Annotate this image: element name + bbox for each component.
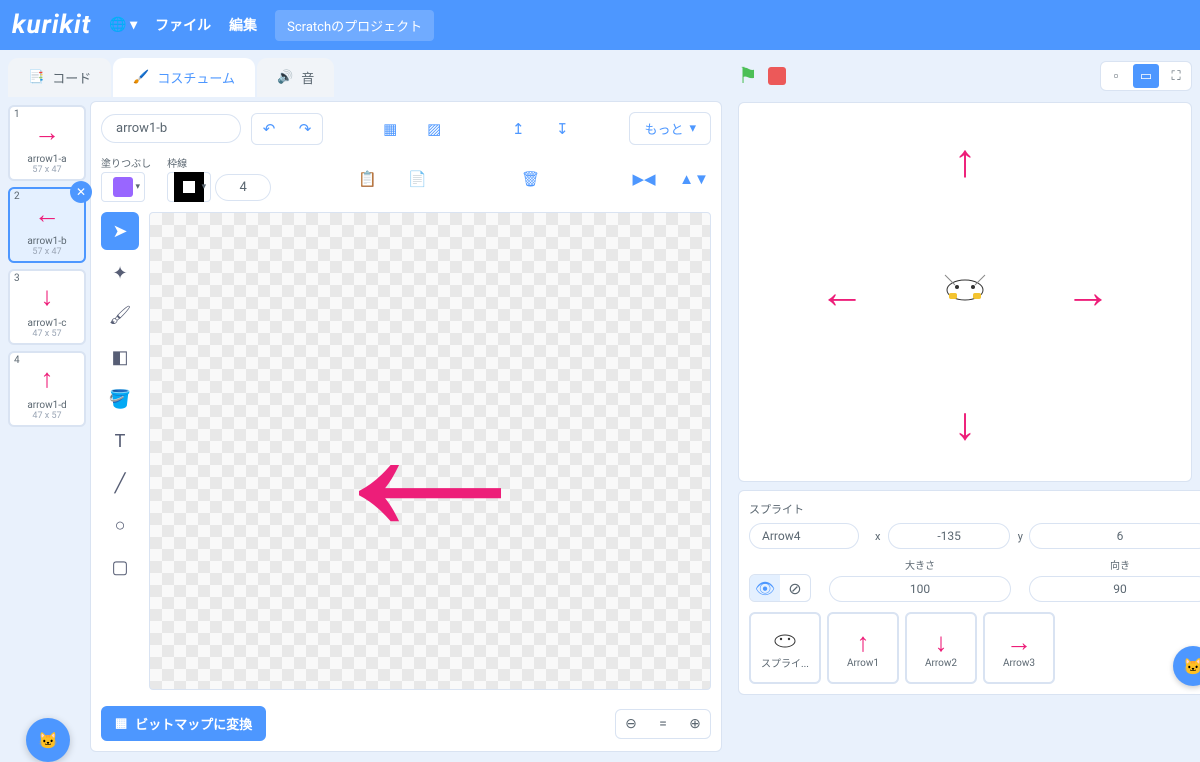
- tab-code[interactable]: 📑コード: [8, 58, 111, 97]
- outline-color-picker[interactable]: [167, 172, 211, 202]
- stage-arrow-right: →: [1065, 265, 1111, 320]
- green-flag-button[interactable]: ⚑: [738, 64, 758, 89]
- fill-color-picker[interactable]: [101, 172, 145, 202]
- edit-menu[interactable]: 編集: [229, 15, 257, 35]
- flip-h-button[interactable]: ▶◀: [627, 164, 661, 194]
- paint-editor: ↶↷ ▦ ▨ ↥ ↧ もっと ▾ 塗りつぶし 枠線 📋 📄: [90, 101, 722, 752]
- zoom-in-button[interactable]: ⊕: [680, 710, 710, 738]
- fill-label: 塗りつぶし: [101, 155, 151, 170]
- delete-costume-icon[interactable]: ✕: [70, 181, 92, 203]
- code-icon: 📑: [28, 70, 44, 85]
- logo: kurikit: [12, 10, 91, 40]
- sprite-info-panel: スプライト x y 👁⊘ 大きさ 向き スプライ... ↑Arrow1 ↓Arr…: [738, 490, 1200, 695]
- sprite-info-title: スプライト: [749, 501, 1200, 517]
- copy-button[interactable]: 📋: [350, 164, 384, 194]
- select-tool[interactable]: ➤: [101, 212, 139, 250]
- sound-icon: 🔊: [277, 70, 293, 85]
- x-label: x: [875, 530, 880, 543]
- sprite-thumb-arrow3[interactable]: →Arrow3: [983, 612, 1055, 684]
- small-stage-button[interactable]: ▫: [1103, 64, 1129, 88]
- delete-button[interactable]: 🗑: [514, 164, 548, 194]
- zoom-reset-button[interactable]: =: [648, 710, 678, 738]
- brush-tool[interactable]: 🖌: [101, 296, 139, 334]
- language-menu[interactable]: 🌐 ▾: [109, 17, 137, 33]
- brush-icon: 🖌️: [133, 70, 149, 85]
- sprite-direction-input[interactable]: [1029, 576, 1200, 602]
- top-bar: kurikit 🌐 ▾ ファイル 編集 Scratchのプロジェクト: [0, 0, 1200, 50]
- undo-button[interactable]: ↶: [252, 114, 286, 144]
- tab-sounds[interactable]: 🔊音: [257, 58, 334, 97]
- show-sprite-button[interactable]: 👁: [750, 575, 780, 601]
- fullscreen-button[interactable]: ⛶: [1163, 64, 1189, 88]
- sprite-thumb-arrow1[interactable]: ↑Arrow1: [827, 612, 899, 684]
- reshape-tool[interactable]: ✦: [101, 254, 139, 292]
- costume-thumb-4[interactable]: 4↑arrow1-d47 x 57: [8, 351, 86, 427]
- size-label: 大きさ: [905, 557, 935, 572]
- stop-button[interactable]: [768, 67, 786, 85]
- stage-sprite-robot: [935, 265, 995, 319]
- costume-thumb-3[interactable]: 3↓arrow1-c47 x 57: [8, 269, 86, 345]
- sprite-x-input[interactable]: [888, 523, 1009, 549]
- canvas[interactable]: ←: [149, 212, 711, 690]
- outline-label: 枠線: [167, 155, 271, 170]
- zoom-out-button[interactable]: ⊖: [616, 710, 646, 738]
- outline-width-input[interactable]: [215, 174, 271, 201]
- add-costume-button[interactable]: 🐱: [26, 718, 70, 762]
- group-button[interactable]: ▦: [373, 114, 407, 144]
- stage-arrow-left: ←: [819, 265, 865, 320]
- eraser-tool[interactable]: ◧: [101, 338, 139, 376]
- line-tool[interactable]: ╱: [101, 464, 139, 502]
- more-button[interactable]: もっと ▾: [629, 112, 711, 145]
- forward-button[interactable]: ↥: [501, 114, 535, 144]
- tab-costumes[interactable]: 🖌️コスチューム: [113, 58, 255, 97]
- sprite-y-input[interactable]: [1029, 523, 1200, 549]
- backward-button[interactable]: ↧: [545, 114, 579, 144]
- convert-bitmap-button[interactable]: ▦ビットマップに変換: [101, 706, 266, 741]
- direction-label: 向き: [1110, 557, 1130, 572]
- project-title-input[interactable]: Scratchのプロジェクト: [275, 10, 434, 41]
- flip-v-button[interactable]: ▲▼: [677, 164, 711, 194]
- sprite-thumb-robot[interactable]: スプライ...: [749, 612, 821, 684]
- file-menu[interactable]: ファイル: [155, 15, 211, 35]
- circle-tool[interactable]: ○: [101, 506, 139, 544]
- sprite-name-input[interactable]: [749, 523, 859, 549]
- text-tool[interactable]: T: [101, 422, 139, 460]
- fill-tool[interactable]: 🪣: [101, 380, 139, 418]
- redo-button[interactable]: ↷: [288, 114, 322, 144]
- costume-name-input[interactable]: [101, 114, 241, 143]
- tabs: 📑コード 🖌️コスチューム 🔊音: [8, 58, 722, 97]
- stage-arrow-up: ↑: [954, 133, 977, 188]
- sprite-size-input[interactable]: [829, 576, 1011, 602]
- sprite-thumb-arrow2[interactable]: ↓Arrow2: [905, 612, 977, 684]
- paste-button[interactable]: 📄: [400, 164, 434, 194]
- hide-sprite-button[interactable]: ⊘: [780, 575, 810, 601]
- stage-size-buttons: ▫ ▭ ⛶: [1100, 61, 1192, 91]
- canvas-content: ←: [310, 310, 550, 592]
- y-label: y: [1018, 530, 1023, 543]
- tool-palette: ➤ ✦ 🖌 ◧ 🪣 T ╱ ○ ▢: [101, 212, 141, 690]
- stage-arrow-down: ↓: [954, 396, 977, 451]
- sprite-list: スプライ... ↑Arrow1 ↓Arrow2 →Arrow3: [749, 612, 1200, 684]
- costume-list: 1→arrow1-a57 x 47 2✕←arrow1-b57 x 47 3↓a…: [8, 101, 86, 752]
- bitmap-icon: ▦: [115, 716, 127, 731]
- rect-tool[interactable]: ▢: [101, 548, 139, 586]
- costume-thumb-1[interactable]: 1→arrow1-a57 x 47: [8, 105, 86, 181]
- ungroup-button[interactable]: ▨: [417, 114, 451, 144]
- stage[interactable]: ↑ ← → ↓: [738, 102, 1192, 482]
- large-stage-button[interactable]: ▭: [1133, 64, 1159, 88]
- costume-thumb-2[interactable]: 2✕←arrow1-b57 x 47: [8, 187, 86, 263]
